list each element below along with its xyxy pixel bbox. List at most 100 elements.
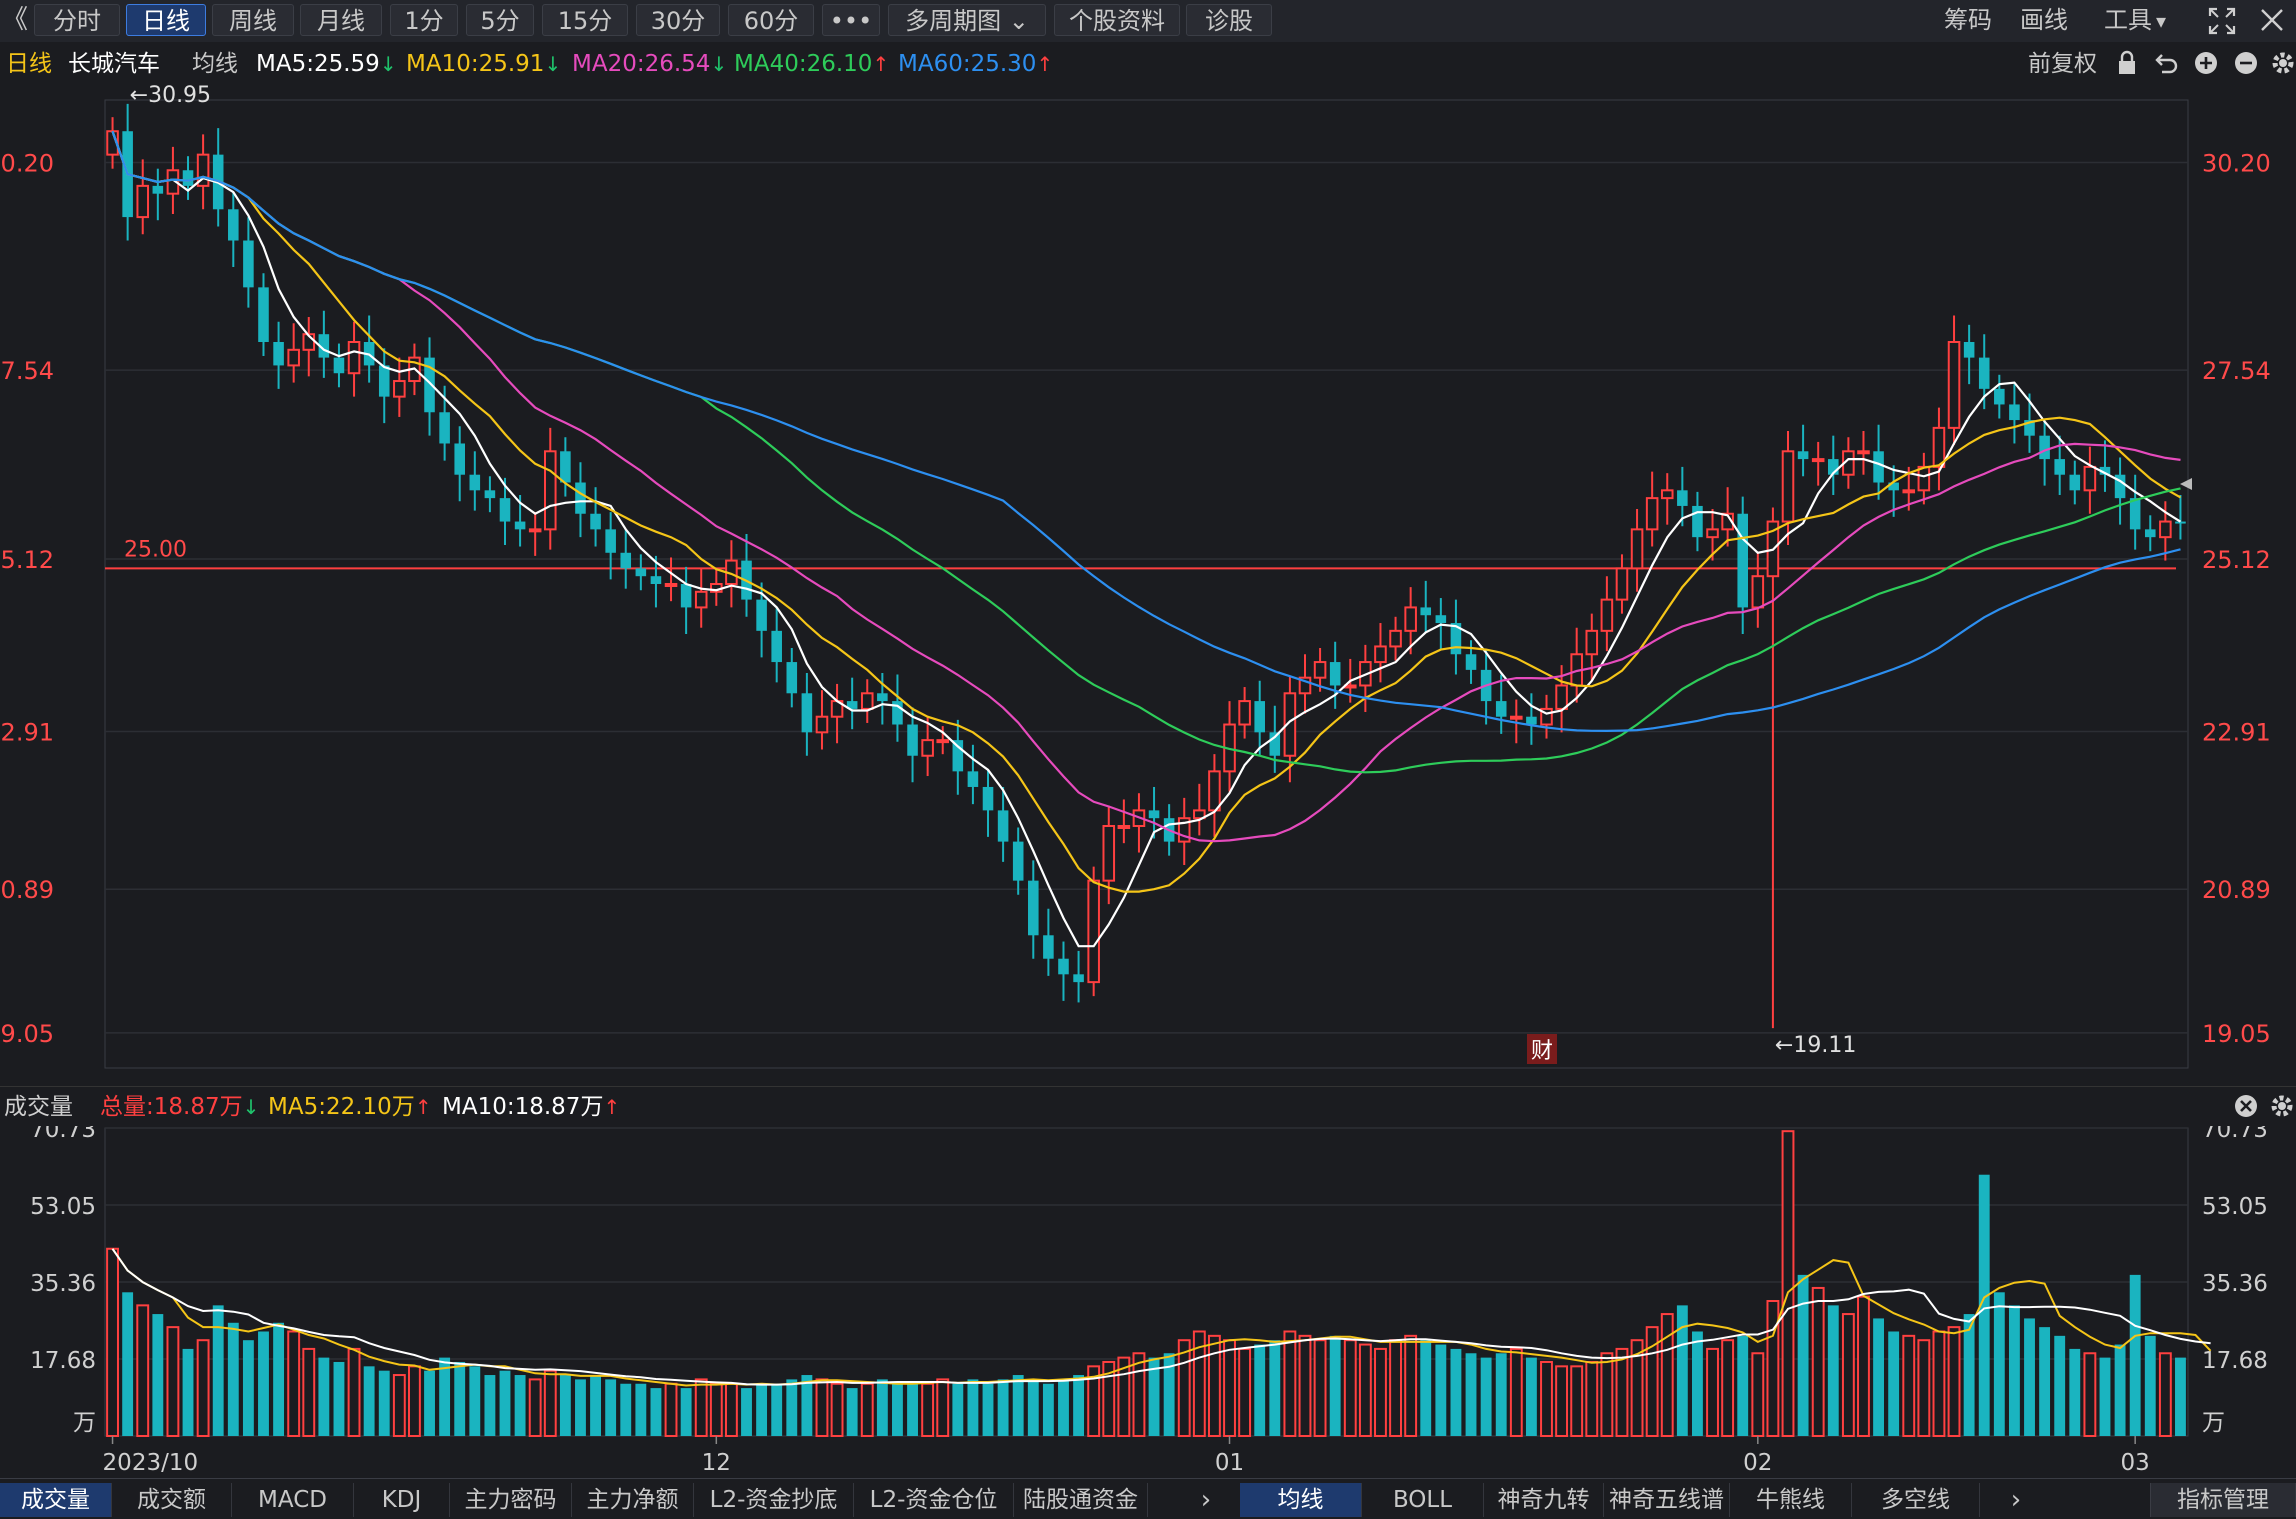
candle-body	[1994, 388, 2005, 405]
period-button-1[interactable]: 日线	[126, 4, 206, 36]
overlay-tab-3[interactable]: 神奇五线谱	[1604, 1483, 1730, 1517]
candle-body	[936, 739, 950, 744]
more-tabs-arrow-icon-2[interactable]: ›	[2002, 1483, 2030, 1517]
candle-body	[694, 590, 708, 609]
period-button-7[interactable]: 30分	[636, 4, 720, 36]
volume-bar	[635, 1383, 647, 1436]
lock-icon[interactable]	[2114, 50, 2140, 78]
period-button-11[interactable]: 个股资料	[1054, 4, 1180, 36]
period-button-6[interactable]: 15分	[542, 4, 628, 36]
fullscreen-icon[interactable]	[2206, 6, 2238, 36]
volume-bar	[273, 1322, 285, 1436]
volume-bar	[1615, 1347, 1629, 1438]
candle-body	[2009, 404, 2020, 421]
candle-body	[136, 184, 150, 219]
close-indicator-icon[interactable]	[2232, 1093, 2260, 1121]
candle-body	[1737, 513, 1749, 608]
trend-arrow-icon: ↓	[710, 52, 728, 76]
volume-bar	[1993, 1292, 2005, 1436]
volume-bar	[1721, 1339, 1735, 1437]
volume-bar	[1797, 1274, 1809, 1436]
volume-bar	[1343, 1339, 1357, 1437]
zoom-in-icon[interactable]	[2192, 50, 2220, 78]
period-button-4[interactable]: 1分	[390, 4, 458, 36]
indicator-tab-8[interactable]: 陆股通资金	[1014, 1483, 1148, 1517]
candle-body	[1254, 701, 1265, 733]
ma-value-3: MA40:26.10↑	[734, 44, 889, 84]
indicator-tab-5[interactable]: 主力净额	[572, 1483, 694, 1517]
indicator-settings-icon[interactable]	[2268, 1093, 2296, 1121]
volume-bar	[1917, 1339, 1931, 1437]
indicator-tab-0[interactable]: 成交量	[0, 1483, 112, 1517]
volume-tick-left: 35.36	[30, 1271, 96, 1297]
volume-bar	[196, 1339, 210, 1437]
indicator-tab-1[interactable]: 成交额	[112, 1483, 232, 1517]
period-button-10[interactable]: 多周期图 ⌄	[888, 4, 1046, 36]
period-button-5[interactable]: 5分	[466, 4, 534, 36]
candle-body	[273, 342, 284, 366]
volume-bar	[1450, 1348, 1462, 1436]
indicator-tab-bar: 成交量 成交额 MACD KDJ 主力密码 主力净额 L2-资金抄底 L2-资金仓位 陆股通资金…	[0, 1478, 2296, 1519]
collapse-icon[interactable]: 《	[2, 4, 28, 36]
overlay-tab-1[interactable]: BOLL	[1362, 1483, 1484, 1517]
candle-body	[1012, 841, 1024, 881]
period-button-12[interactable]: 诊股	[1186, 4, 1272, 36]
volume-bar	[378, 1370, 390, 1436]
indicator-tab-2[interactable]: MACD	[232, 1483, 354, 1517]
period-button-2[interactable]: 周线	[212, 4, 294, 36]
candle-body	[1751, 575, 1765, 609]
candle-body	[454, 443, 465, 475]
zoom-out-icon[interactable]	[2232, 50, 2260, 78]
candle-body	[1420, 607, 1432, 616]
period-button-3[interactable]: 月线	[300, 4, 382, 36]
candle-body	[1857, 450, 1870, 455]
volume-bar	[997, 1379, 1009, 1436]
close-window-icon[interactable]	[2256, 6, 2288, 36]
tools-button[interactable]: 工具 ▾	[2104, 4, 2166, 36]
candle-body	[680, 584, 692, 608]
volume-bar	[333, 1361, 345, 1436]
indicator-tab-4[interactable]: 主力密码	[450, 1483, 572, 1517]
trend-arrow-icon: ↓	[379, 52, 397, 76]
volume-bar	[907, 1383, 918, 1436]
overlay-tab-0[interactable]: 均线	[1240, 1483, 1362, 1517]
settings-gear-icon[interactable]	[2270, 50, 2296, 78]
period-button-8[interactable]: 60分	[728, 4, 814, 36]
candle-body	[378, 365, 390, 397]
candle-body	[756, 599, 767, 631]
volume-chart[interactable]: 70.73 70.73 53.05 53.05 35.36 35.36 17.68 17.68…	[0, 1126, 2296, 1478]
candle-body	[605, 529, 616, 553]
indicator-manage-button[interactable]: 指标管理	[2150, 1483, 2296, 1517]
x-tick-label: 03	[2121, 1450, 2150, 1476]
volume-bar	[227, 1322, 239, 1436]
more-tabs-arrow-icon[interactable]: ›	[1192, 1483, 1220, 1517]
volume-bar	[1751, 1352, 1765, 1437]
volume-bar	[1660, 1313, 1674, 1437]
candle-body	[1902, 489, 1916, 494]
indicator-tab-7[interactable]: L2-资金仓位	[854, 1483, 1014, 1517]
candle-body	[801, 693, 813, 733]
undo-icon[interactable]	[2152, 50, 2180, 78]
plot-frame	[104, 99, 2189, 1069]
period-button-0[interactable]: 分时	[34, 4, 120, 36]
draw-line-button[interactable]: 画线	[2020, 4, 2068, 36]
volume-bar	[1706, 1347, 1719, 1438]
chips-button[interactable]: 筹码	[1944, 4, 1992, 36]
candle-body	[499, 498, 511, 522]
volume-bar	[771, 1383, 783, 1436]
candle-body	[228, 209, 239, 241]
overlay-tab-2[interactable]: 神奇九转	[1484, 1483, 1604, 1517]
price-chart[interactable]: 30.20 30.20 27.54 27.54 25.12 25.12 22.91 22.91…	[0, 84, 2296, 1084]
ma5-line	[111, 130, 2182, 948]
overlay-tab-4[interactable]: 牛熊线	[1730, 1483, 1852, 1517]
volume-bar	[1766, 1300, 1780, 1437]
indicator-type-label[interactable]: 均线	[192, 44, 238, 84]
period-button-9[interactable]: •••	[822, 4, 880, 36]
price-tick-right: 20.89	[2202, 876, 2271, 904]
candle-body	[439, 412, 450, 444]
overlay-tab-5[interactable]: 多空线	[1852, 1483, 1980, 1517]
price-tick-left: 19.05	[0, 1020, 54, 1048]
indicator-tab-3[interactable]: KDJ	[354, 1483, 450, 1517]
adjust-mode-label[interactable]: 前复权	[2028, 44, 2097, 84]
indicator-tab-6[interactable]: L2-资金抄底	[694, 1483, 854, 1517]
